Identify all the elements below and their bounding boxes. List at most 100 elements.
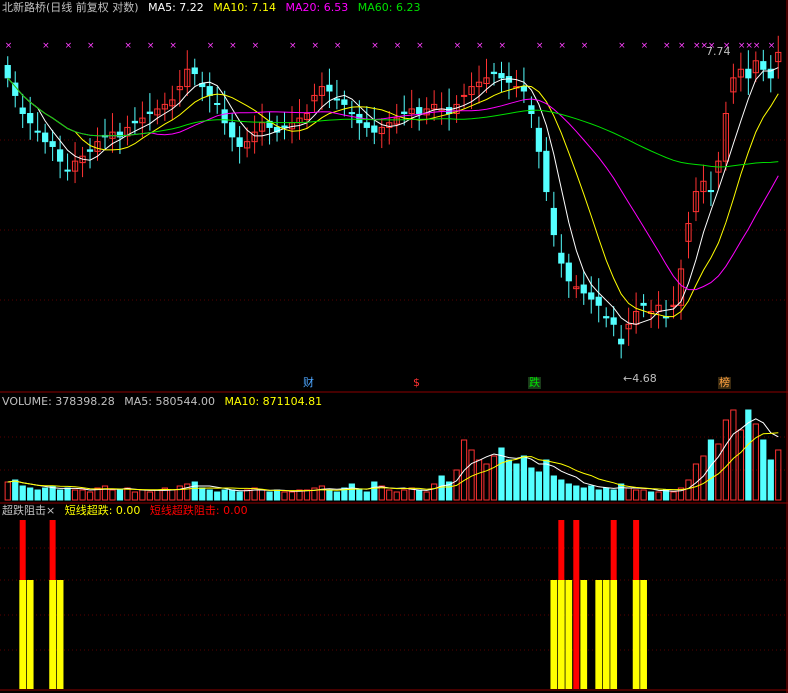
main-panel-header: 北新路桥(日线 前复权 对数) MA5: 7.22 MA10: 7.14 MA2… (2, 1, 426, 14)
volume-bar (131, 491, 139, 501)
volume-bar (475, 459, 483, 501)
volume-bar (625, 487, 632, 501)
candle-body (326, 84, 333, 92)
signal-marker-x: × (536, 41, 544, 51)
signal-marker-x: × (558, 41, 566, 51)
volume-bar (266, 491, 273, 501)
volume-bar (565, 483, 572, 501)
signal-marker-x: × (42, 41, 50, 51)
ma10-line (7, 77, 779, 318)
signal-marker-x: × (124, 41, 132, 51)
signal-marker-x: × (678, 41, 686, 51)
volume-bar (707, 439, 715, 501)
signal-marker-x: × (693, 41, 701, 51)
volume-ma10-line (7, 432, 779, 492)
candle-body (4, 65, 11, 79)
candle-body (550, 207, 557, 236)
candle-body (19, 107, 26, 115)
candle-body (34, 130, 41, 133)
volume-bar (124, 487, 131, 501)
candle-body (333, 98, 341, 101)
candle-body (401, 111, 408, 115)
volume-bar (333, 491, 341, 501)
volume-bar (692, 463, 700, 501)
volume-bar (199, 487, 206, 501)
candle-body (707, 190, 715, 193)
volume-bar (281, 491, 288, 501)
stock-chart-canvas[interactable]: × × × × × × × × × × × × × × × × × × × × × × × × × × × × × × × × × × (0, 0, 788, 693)
candle-body (49, 141, 56, 147)
candle-body (281, 125, 288, 128)
volume-bar (745, 409, 752, 501)
oversold-signal-bar (56, 580, 64, 689)
signal-marker-x: × (311, 41, 319, 51)
volume-bar (483, 463, 490, 501)
candle-body (363, 122, 370, 128)
volume-bar (244, 489, 251, 501)
event-mark-drop[interactable]: 跌 (528, 377, 541, 389)
signal-marker-x: × (147, 41, 155, 51)
volume-bar (34, 489, 41, 501)
volume-bar (520, 455, 528, 501)
volume-bar (348, 483, 355, 501)
candle-body (595, 296, 602, 306)
volume-bar (760, 439, 767, 501)
signal-marker-x: × (169, 41, 177, 51)
volume-bar (438, 475, 445, 501)
low-price-label: ←4.68 (623, 372, 657, 385)
volume-bar (27, 487, 34, 501)
volume-label: VOLUME: 378398.28 (2, 395, 115, 408)
short-resist-label: 短线超跌阻击: 0.00 (149, 504, 248, 517)
candle-body (236, 137, 243, 147)
volume-bar (416, 489, 423, 501)
volume-bar (752, 423, 759, 501)
candle-body (543, 150, 550, 193)
candle-body (229, 122, 236, 138)
candle-body (618, 338, 625, 345)
signal-marker-x: × (5, 41, 13, 51)
volume-ma5-label: MA5: 580544.00 (124, 395, 215, 408)
volume-bar (386, 489, 393, 501)
volume-bar (588, 485, 595, 501)
volume-bar (56, 489, 64, 501)
volume-bar (662, 489, 670, 501)
volume-bar (737, 429, 744, 501)
volume-bar (258, 489, 266, 501)
event-mark-rank[interactable]: 榜 (718, 377, 731, 389)
ma60-line (7, 77, 779, 168)
volume-bar (647, 491, 655, 501)
signal-marker-x: × (476, 41, 484, 51)
candle-body (558, 252, 565, 264)
candle-body (460, 94, 468, 97)
candle-body (528, 105, 535, 115)
volume-bar (505, 459, 513, 501)
candle-body (760, 61, 767, 70)
candle-body (588, 292, 595, 300)
oversold-signal-bar (610, 580, 618, 689)
signal-marker-x: × (618, 41, 626, 51)
volume-bar (101, 485, 109, 501)
event-mark-finance[interactable]: 财 (302, 377, 315, 389)
signal-marker-x: × (252, 41, 260, 51)
oversold-signal-bar (580, 580, 588, 689)
volume-bar (109, 489, 116, 501)
close-indicator-icon[interactable]: × (46, 504, 55, 517)
volume-panel-header: VOLUME: 378398.28 MA5: 580544.00 MA10: 8… (2, 395, 328, 408)
ma20-label: MA20: 6.53 (285, 1, 349, 14)
volume-bar (490, 455, 498, 501)
candle-body (520, 86, 528, 92)
candle-body (535, 127, 542, 152)
oversold-signal-bar (557, 580, 565, 689)
candle-body (640, 302, 647, 306)
signal-marker-x: × (229, 41, 237, 51)
volume-bar (12, 479, 19, 501)
candle-body (610, 317, 617, 325)
signal-marker-x: × (745, 41, 753, 51)
event-mark-dollar[interactable]: $ (412, 377, 421, 389)
volume-bar (393, 491, 400, 501)
oversold-signal-bar (640, 580, 647, 689)
volume-bar (356, 489, 363, 501)
volume-bar (371, 481, 378, 501)
volume-bar (176, 485, 183, 501)
ma10-label: MA10: 7.14 (213, 1, 277, 14)
